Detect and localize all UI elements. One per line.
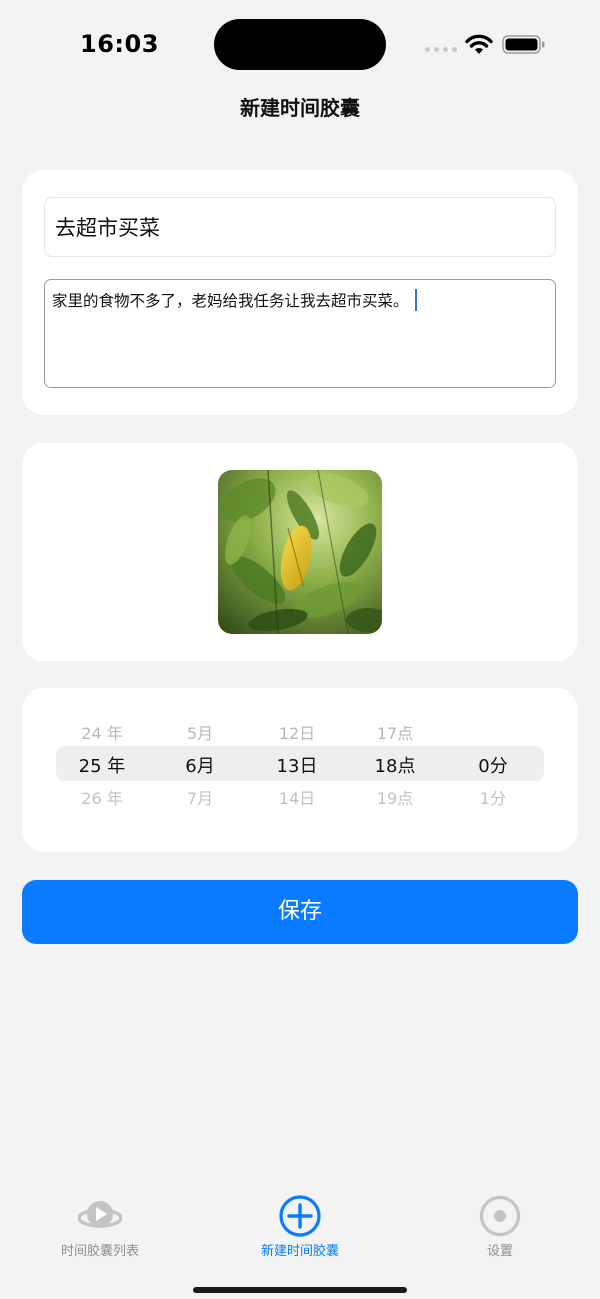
picker-day-column[interactable]: 12日 13日 14日 <box>248 714 346 814</box>
selected-photo[interactable] <box>218 470 382 634</box>
picker-item: 14日 <box>278 789 316 808</box>
content-textarea[interactable]: 家里的食物不多了，老妈给我任务让我去超市买菜。 <box>44 279 556 388</box>
photo-leaves-image <box>218 470 382 634</box>
picker-item: 12日 <box>278 724 316 743</box>
picker-selected-day: 13日 <box>276 756 318 777</box>
text-input-card: 去超市买菜 家里的食物不多了，老妈给我任务让我去超市买菜。 <box>22 170 578 415</box>
plus-circle-icon <box>279 1195 321 1237</box>
home-indicator <box>193 1287 407 1293</box>
picker-minute-column[interactable]: 0分 1分 <box>444 714 542 814</box>
wifi-icon <box>465 34 493 54</box>
tab-label: 设置 <box>486 1244 513 1259</box>
picker-selected-year: 25 年 <box>78 756 126 777</box>
image-card <box>22 443 578 661</box>
tab-new-capsule[interactable]: 新建时间胶囊 <box>220 1194 380 1264</box>
tab-bar: 时间胶囊列表 新建时间胶囊 设置 <box>0 1180 600 1299</box>
title-input[interactable]: 去超市买菜 <box>44 197 556 257</box>
dynamic-island <box>214 19 386 70</box>
picker-item: 5月 <box>186 724 214 743</box>
picker-selected-month: 6月 <box>185 756 215 777</box>
content-text: 家里的食物不多了，老妈给我任务让我去超市买菜。 <box>52 292 409 310</box>
capsule-list-icon <box>78 1201 122 1228</box>
battery-icon <box>502 35 545 54</box>
tab-label: 时间胶囊列表 <box>60 1244 139 1259</box>
tab-settings[interactable]: 设置 <box>420 1194 580 1264</box>
status-bar: 16:03 <box>0 0 600 90</box>
page-title: 新建时间胶囊 <box>240 96 360 120</box>
picker-year-column[interactable]: 24 年 25 年 26 年 <box>53 714 151 814</box>
picker-selected-minute: 0分 <box>478 756 508 777</box>
picker-item: 17点 <box>376 724 414 743</box>
picker-item: 24 年 <box>81 724 123 743</box>
picker-item: 1分 <box>479 789 507 808</box>
settings-icon <box>479 1195 521 1237</box>
picker-item: 26 年 <box>81 789 123 808</box>
tab-label: 新建时间胶囊 <box>260 1244 339 1259</box>
picker-item: 19点 <box>376 789 414 808</box>
cellular-signal-icon <box>425 47 457 53</box>
status-time: 16:03 <box>80 30 159 58</box>
picker-selected-hour: 18点 <box>374 756 416 777</box>
picker-item: 7月 <box>186 789 214 808</box>
tab-capsule-list[interactable]: 时间胶囊列表 <box>20 1194 180 1264</box>
picker-month-column[interactable]: 5月 6月 7月 <box>151 714 249 814</box>
save-button[interactable]: 保存 <box>22 880 578 944</box>
date-picker-card: 24 年 25 年 26 年 5月 6月 7月 12日 13日 14日 17点 … <box>22 688 578 852</box>
picker-hour-column[interactable]: 17点 18点 19点 <box>346 714 444 814</box>
text-caret <box>414 289 418 311</box>
